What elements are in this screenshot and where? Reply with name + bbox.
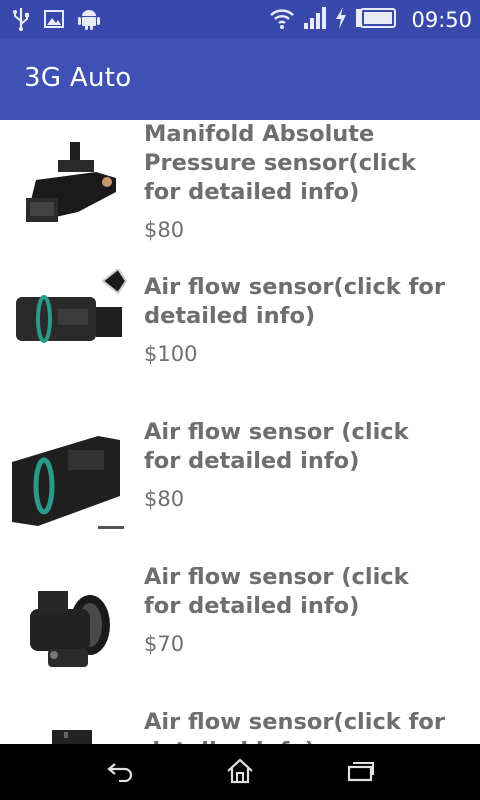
product-list[interactable]: Manifold Absolute Pressure sensor(click …: [0, 120, 480, 744]
product-price: $100: [144, 342, 198, 366]
back-button[interactable]: [90, 756, 150, 790]
product-image: [8, 132, 128, 242]
list-item[interactable]: Air flow sensor(click for detailed info)…: [0, 257, 480, 403]
list-item[interactable]: Air flow sensor (click for detailed info…: [0, 547, 480, 693]
product-name: Manifold Absolute Pressure sensor(click …: [144, 121, 416, 205]
product-name: Air flow sensor(click for detailed info): [144, 274, 445, 329]
battery-icon: [355, 7, 397, 33]
android-icon: [78, 7, 100, 35]
product-price: $80: [144, 218, 185, 242]
product-image: [8, 569, 128, 679]
app-bar: 3G Auto: [0, 38, 480, 120]
list-item[interactable]: Air flow sensor (click for detailed info…: [0, 402, 480, 548]
product-image: [8, 730, 128, 744]
product-price: $80: [144, 487, 185, 511]
charging-icon: [335, 7, 347, 33]
product-name: Air flow sensor (click for detailed info…: [144, 564, 409, 619]
wifi-icon: [269, 6, 295, 34]
signal-icon: [303, 6, 327, 34]
image-icon: [44, 9, 64, 33]
product-name: Air flow sensor (click for detailed info…: [144, 419, 409, 474]
product-price: $70: [144, 632, 185, 656]
home-button[interactable]: [210, 756, 270, 790]
list-item[interactable]: Manifold Absolute Pressure sensor(click …: [0, 120, 480, 258]
home-icon: [226, 758, 254, 788]
recent-apps-button[interactable]: [330, 756, 390, 790]
status-bar: 09:50: [0, 0, 480, 38]
usb-icon: [12, 7, 30, 35]
product-name: Air flow sensor(click for detailed info): [144, 709, 445, 744]
clock: 09:50: [411, 8, 472, 32]
recent-apps-icon: [345, 760, 375, 786]
product-image: [8, 267, 128, 379]
app-title: 3G Auto: [24, 63, 132, 93]
product-image: [8, 426, 128, 536]
back-icon: [105, 760, 135, 786]
navigation-bar: [0, 744, 480, 800]
list-item[interactable]: Air flow sensor(click for detailed info): [0, 692, 480, 744]
